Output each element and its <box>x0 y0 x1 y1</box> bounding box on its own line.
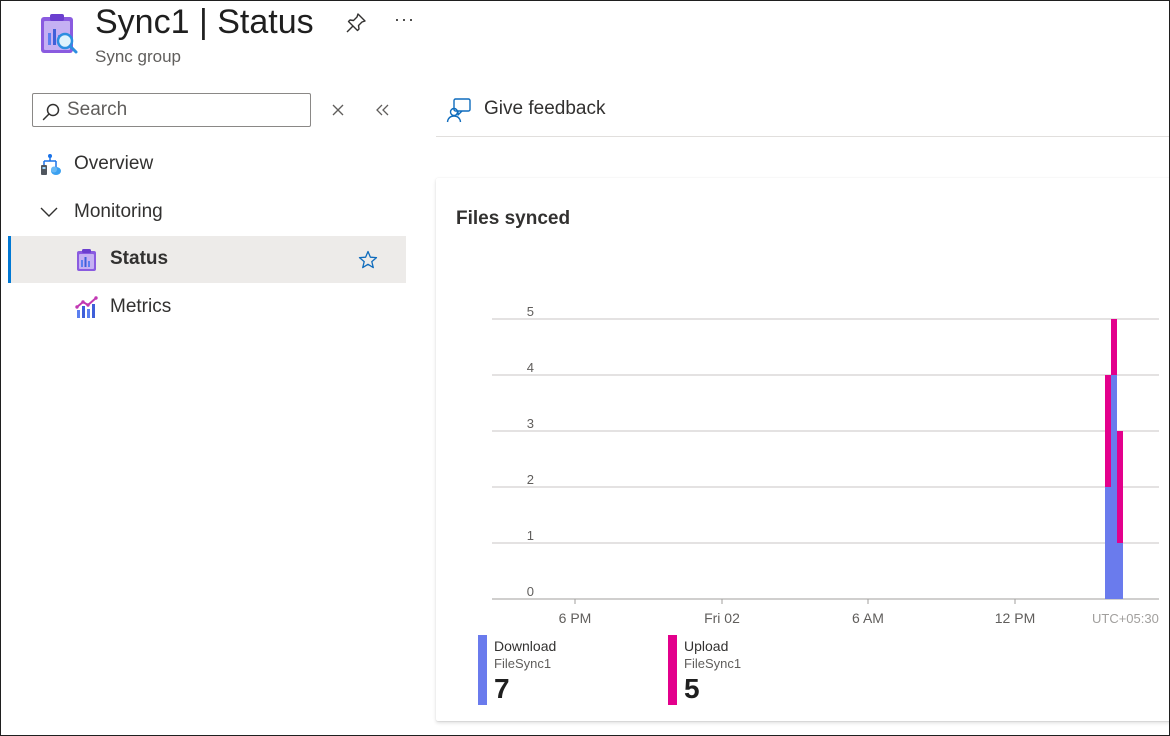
legend-upload[interactable]: Upload FileSync1 5 <box>668 635 818 705</box>
page-subtitle: Sync group <box>95 47 181 66</box>
nav-label-overview: Overview <box>74 153 154 174</box>
legend-upload-total: 5 <box>684 673 700 704</box>
title-separator: | <box>198 3 208 41</box>
legend-upload-resource: FileSync1 <box>684 656 742 671</box>
nav-item-overview[interactable]: Overview <box>8 141 406 188</box>
favorite-star-icon[interactable] <box>358 250 378 270</box>
nav-item-status[interactable]: Status <box>8 236 406 283</box>
search-box[interactable] <box>32 93 311 127</box>
toolbar-divider <box>436 136 1169 137</box>
feedback-icon <box>446 98 471 123</box>
nav-label-status: Status <box>110 248 169 269</box>
title-page-name: Status <box>217 3 314 41</box>
chart-title: Files synced <box>456 208 571 229</box>
search-icon <box>42 103 60 121</box>
overview-icon <box>38 153 62 177</box>
legend-download-name: Download <box>494 638 557 654</box>
legend-download-swatch <box>478 635 487 705</box>
chevron-down-icon <box>40 207 58 217</box>
nav-item-metrics[interactable]: Metrics <box>8 284 406 331</box>
sync-group-status-icon <box>39 13 79 55</box>
nav-group-monitoring[interactable]: Monitoring <box>8 189 406 236</box>
nav-label-metrics: Metrics <box>110 296 172 317</box>
status-icon <box>75 248 99 272</box>
title-resource-name: Sync1 <box>95 3 190 41</box>
give-feedback-label: Give feedback <box>484 98 606 119</box>
app-window: Sync1 | Status Sync group ··· Search Ove… <box>0 0 1170 736</box>
search-input[interactable] <box>67 98 303 122</box>
legend-download-total: 7 <box>494 673 510 704</box>
pin-icon[interactable] <box>344 11 368 35</box>
more-actions-button[interactable]: ··· <box>394 9 415 30</box>
page-title: Sync1 | Status <box>95 2 314 42</box>
legend-upload-name: Upload <box>684 638 729 654</box>
clear-search-icon[interactable] <box>330 102 346 118</box>
legend-upload-swatch <box>668 635 677 705</box>
legend-download-resource: FileSync1 <box>494 656 552 671</box>
nav-label-monitoring: Monitoring <box>74 201 163 222</box>
collapse-menu-icon[interactable] <box>373 102 391 118</box>
metrics-icon <box>75 296 99 320</box>
legend-download[interactable]: Download FileSync1 7 <box>478 635 628 705</box>
